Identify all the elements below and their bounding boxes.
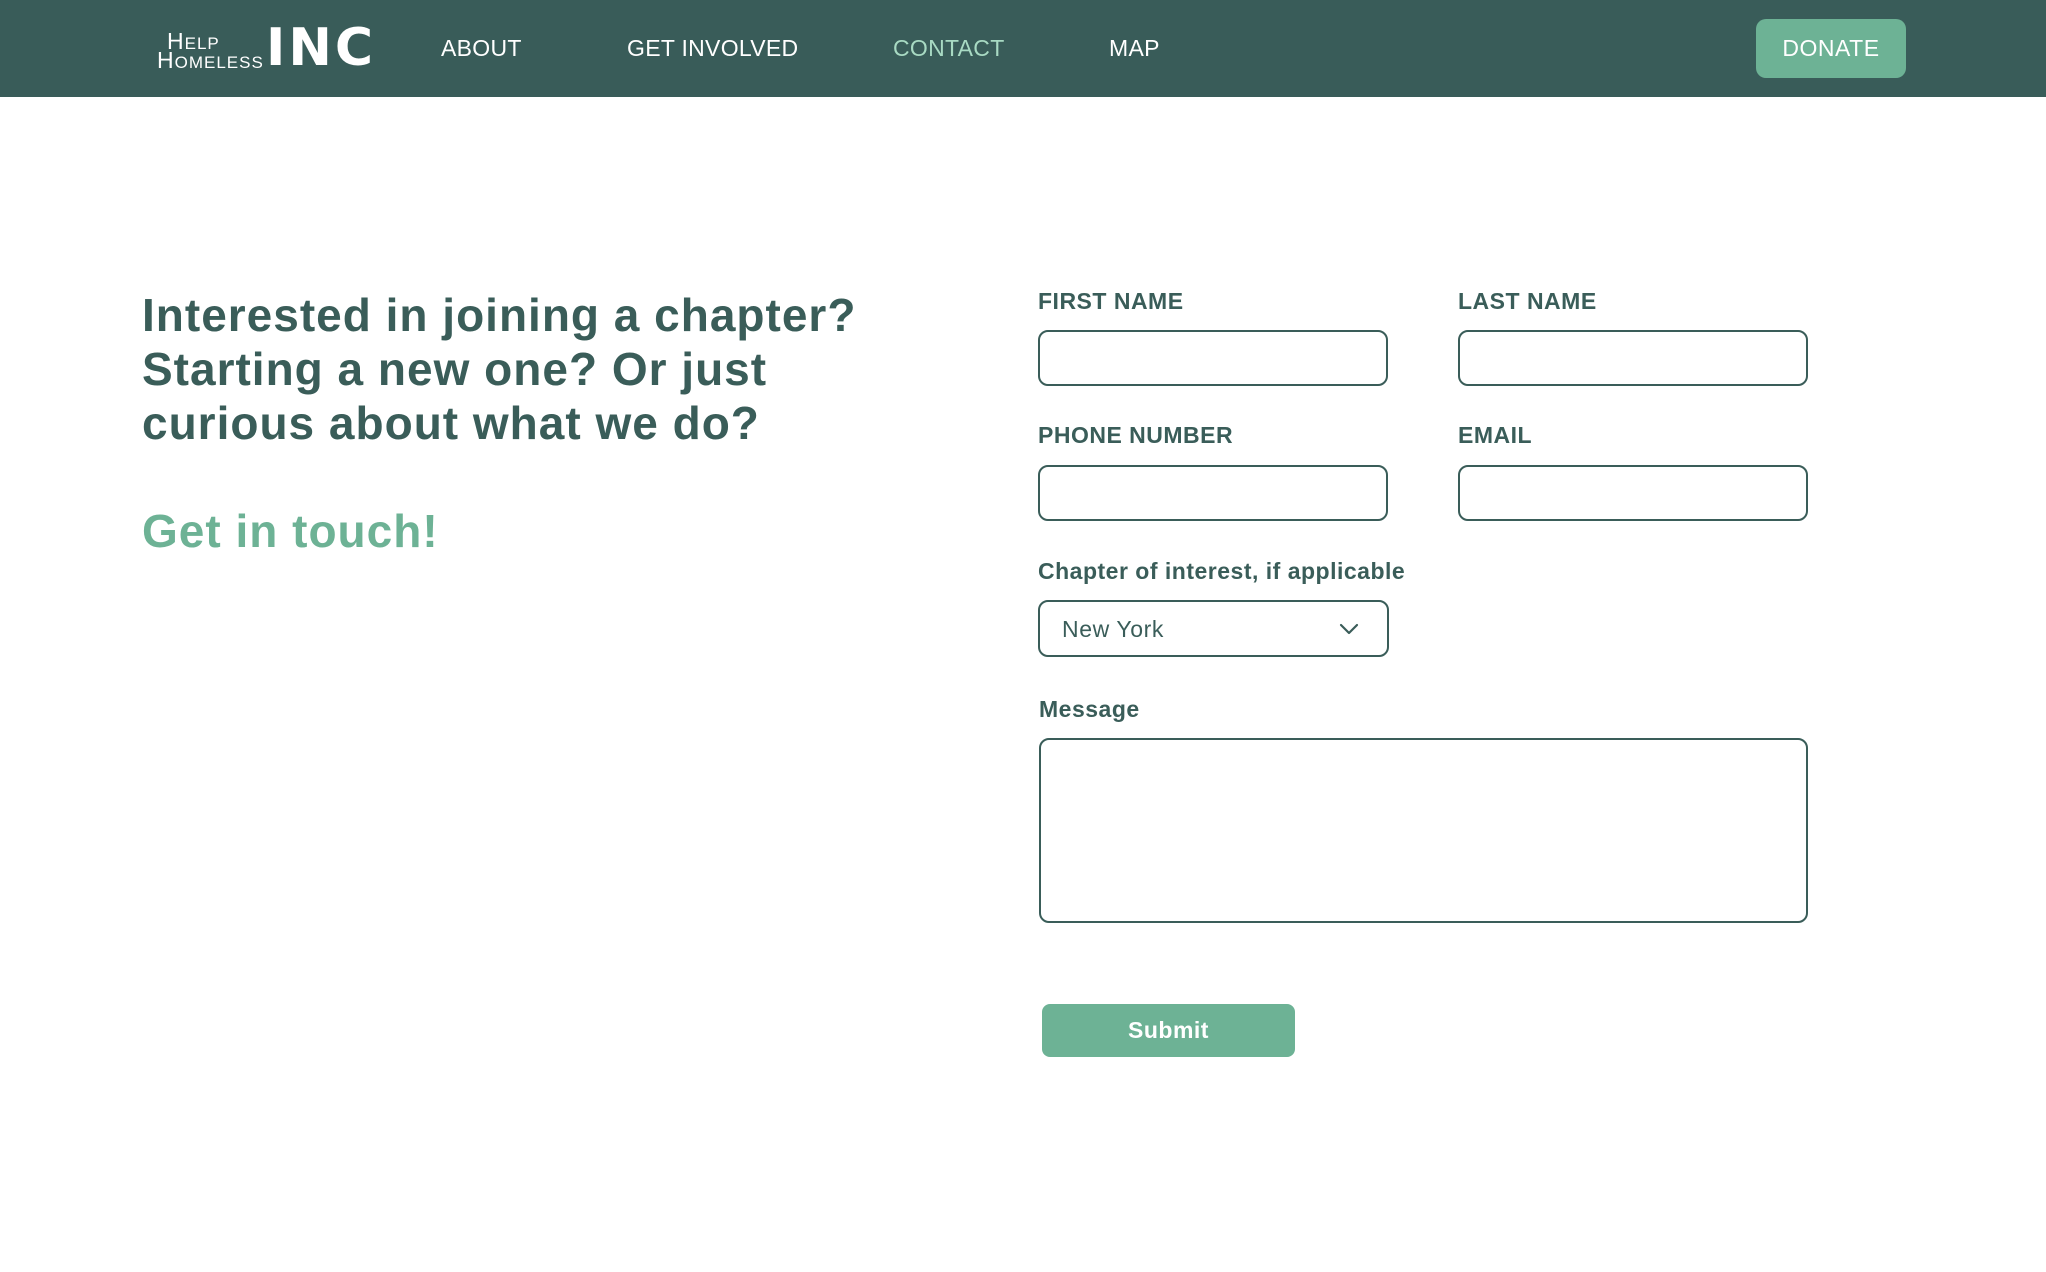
phone-number-label: PHONE NUMBER xyxy=(1038,422,1234,448)
get-in-touch-heading: Get in touch! xyxy=(142,505,439,557)
first-name-label: FIRST NAME xyxy=(1038,288,1184,314)
logo-inc: INC xyxy=(266,18,377,78)
page-headline: Interested in joining a chapter? Startin… xyxy=(142,288,862,450)
first-name-field[interactable] xyxy=(1038,330,1388,386)
headline-line: Starting a new one? Or just xyxy=(142,343,768,395)
email-field[interactable] xyxy=(1458,465,1808,521)
logo[interactable]: HELP HOMELESS INC xyxy=(157,22,373,74)
nav-contact[interactable]: CONTACT xyxy=(893,35,1005,63)
chapter-select-value: New York xyxy=(1062,616,1164,642)
nav-about[interactable]: ABOUT xyxy=(441,35,522,63)
chapter-select[interactable]: New York xyxy=(1038,600,1389,657)
donate-button[interactable]: DONATE xyxy=(1756,19,1906,78)
last-name-field[interactable] xyxy=(1458,330,1808,386)
chapter-label: Chapter of interest, if applicable xyxy=(1038,558,1406,584)
logo-line-homeless: HOMELESS xyxy=(157,47,264,73)
last-name-label: LAST NAME xyxy=(1458,288,1597,314)
submit-button[interactable]: Submit xyxy=(1042,1004,1295,1057)
top-navbar: HELP HOMELESS INC ABOUT GET INVOLVED CON… xyxy=(0,0,2046,97)
nav-get-involved[interactable]: GET INVOLVED xyxy=(627,35,798,63)
nav-map[interactable]: MAP xyxy=(1109,35,1160,63)
message-field[interactable] xyxy=(1039,738,1808,923)
headline-line: Interested in joining a chapter? xyxy=(142,289,857,341)
chevron-down-icon xyxy=(1339,623,1359,635)
message-label: Message xyxy=(1039,696,1140,722)
email-label: EMAIL xyxy=(1458,422,1533,448)
phone-number-field[interactable] xyxy=(1038,465,1388,521)
headline-line: curious about what we do? xyxy=(142,397,760,449)
